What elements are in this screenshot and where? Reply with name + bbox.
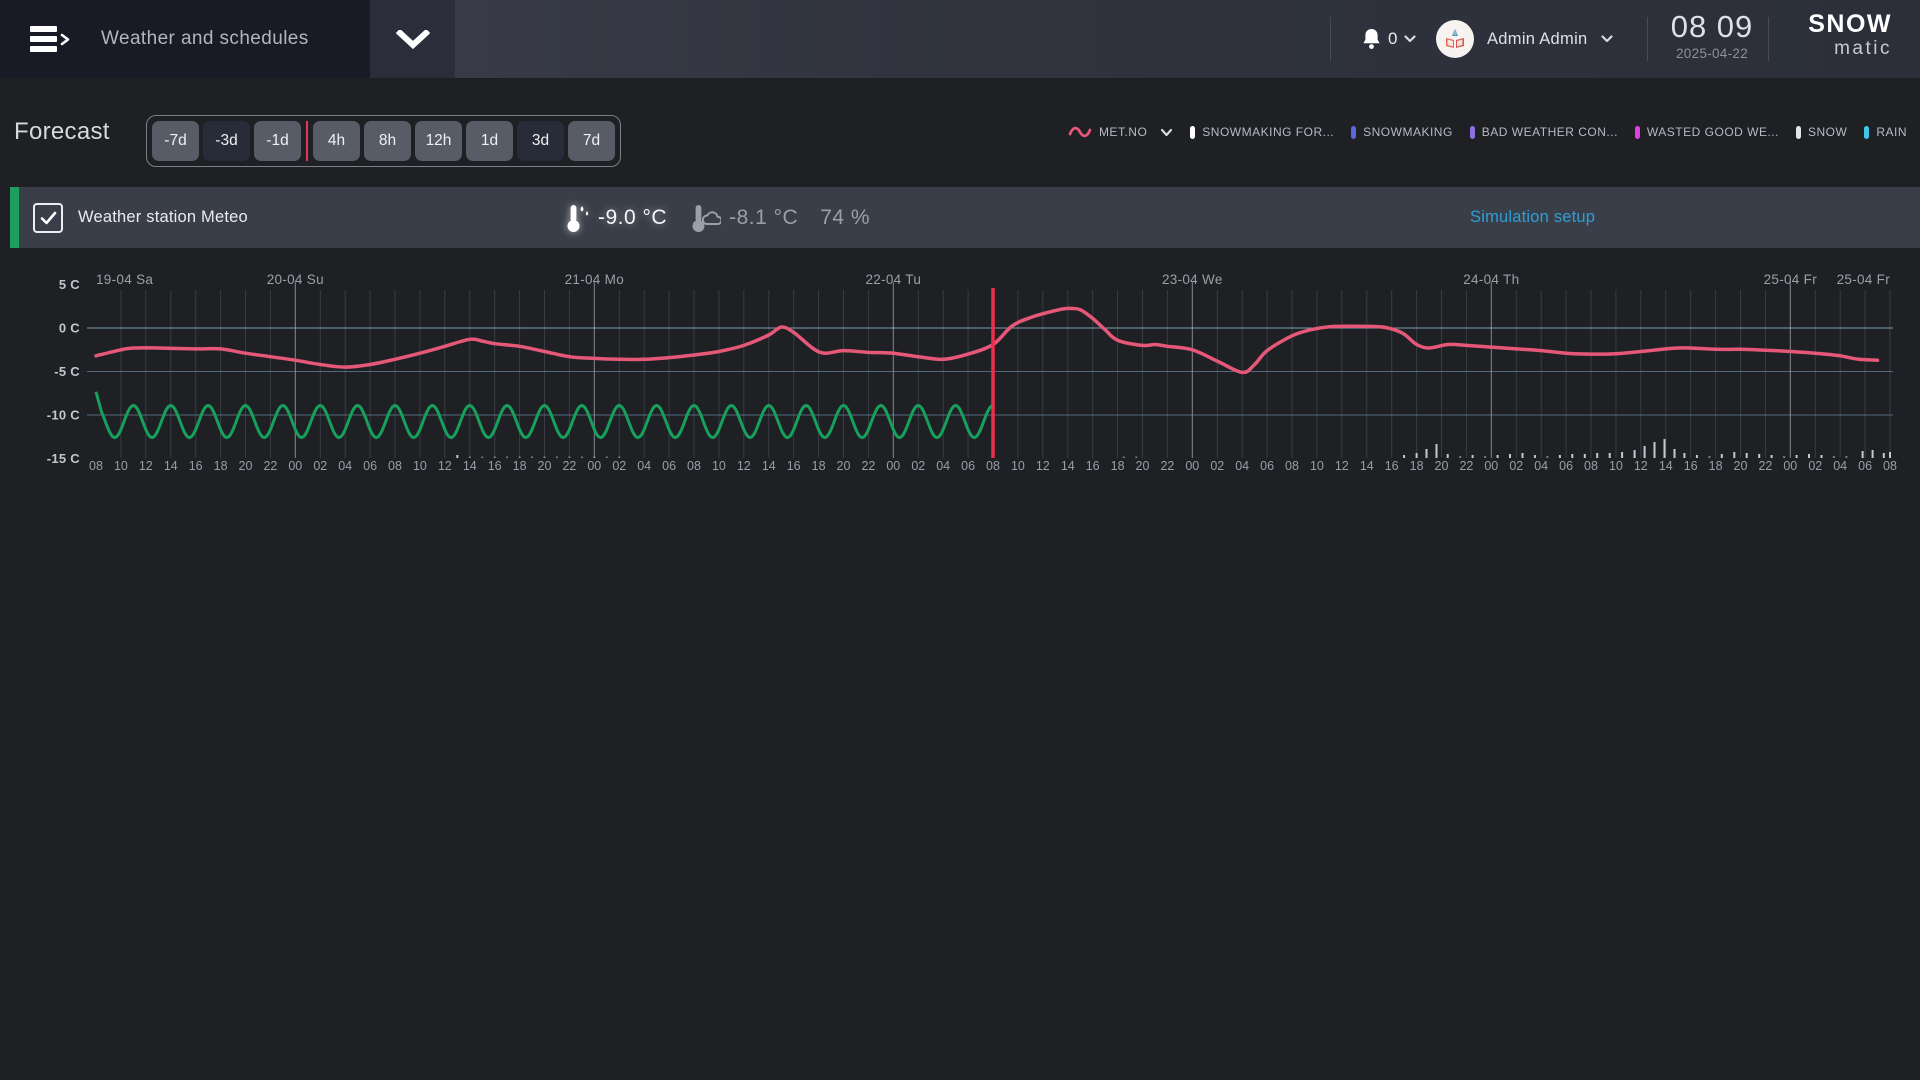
svg-text:22: 22	[1160, 459, 1174, 473]
svg-text:12: 12	[438, 459, 452, 473]
svg-text:06: 06	[1559, 459, 1573, 473]
svg-text:24-04 Th: 24-04 Th	[1463, 272, 1519, 287]
svg-text:16: 16	[189, 459, 203, 473]
svg-text:08: 08	[388, 459, 402, 473]
svg-text:06: 06	[662, 459, 676, 473]
svg-text:10: 10	[712, 459, 726, 473]
svg-text:10: 10	[1609, 459, 1623, 473]
svg-text:22: 22	[1459, 459, 1473, 473]
svg-text:16: 16	[1684, 459, 1698, 473]
svg-text:22: 22	[263, 459, 277, 473]
svg-text:04: 04	[338, 459, 352, 473]
svg-text:00: 00	[1185, 459, 1199, 473]
svg-text:16: 16	[1086, 459, 1100, 473]
svg-text:04: 04	[936, 459, 950, 473]
svg-text:08: 08	[1285, 459, 1299, 473]
svg-text:06: 06	[1260, 459, 1274, 473]
svg-text:12: 12	[139, 459, 153, 473]
svg-text:18: 18	[513, 459, 527, 473]
svg-text:08: 08	[89, 459, 103, 473]
svg-text:0 C: 0 C	[59, 321, 80, 336]
svg-text:16: 16	[787, 459, 801, 473]
svg-text:00: 00	[1484, 459, 1498, 473]
svg-text:25-04 Fr: 25-04 Fr	[1764, 272, 1818, 287]
svg-text:08: 08	[687, 459, 701, 473]
svg-text:14: 14	[1061, 459, 1075, 473]
svg-text:02: 02	[313, 459, 327, 473]
svg-text:08: 08	[1584, 459, 1598, 473]
svg-text:06: 06	[363, 459, 377, 473]
svg-text:14: 14	[762, 459, 776, 473]
svg-text:19-04 Sa: 19-04 Sa	[96, 272, 153, 287]
svg-text:16: 16	[1385, 459, 1399, 473]
svg-text:20: 20	[1435, 459, 1449, 473]
svg-text:08: 08	[986, 459, 1000, 473]
svg-text:20: 20	[1734, 459, 1748, 473]
svg-text:20: 20	[1136, 459, 1150, 473]
svg-text:20: 20	[538, 459, 552, 473]
svg-text:12: 12	[1335, 459, 1349, 473]
svg-text:10: 10	[1011, 459, 1025, 473]
svg-text:-10 C: -10 C	[47, 408, 81, 423]
svg-text:14: 14	[1360, 459, 1374, 473]
svg-text:10: 10	[1310, 459, 1324, 473]
svg-text:14: 14	[1659, 459, 1673, 473]
svg-text:14: 14	[164, 459, 178, 473]
svg-text:04: 04	[1833, 459, 1847, 473]
svg-text:00: 00	[587, 459, 601, 473]
svg-text:10: 10	[114, 459, 128, 473]
svg-text:-15 C: -15 C	[47, 451, 81, 466]
svg-text:12: 12	[1036, 459, 1050, 473]
svg-text:02: 02	[612, 459, 626, 473]
svg-text:04: 04	[1235, 459, 1249, 473]
svg-text:02: 02	[1808, 459, 1822, 473]
app-window: Weather and schedules 0	[0, 0, 1920, 1080]
svg-text:22-04 Tu: 22-04 Tu	[865, 272, 921, 287]
svg-text:02: 02	[1210, 459, 1224, 473]
svg-text:06: 06	[1858, 459, 1872, 473]
svg-text:18: 18	[1111, 459, 1125, 473]
svg-text:22: 22	[861, 459, 875, 473]
svg-text:14: 14	[463, 459, 477, 473]
forecast-chart-canvas: 5 C 0 C -5 C -10 C -15 C 08 10 12 14 16 18 20 22 00 02…	[0, 0, 1920, 1080]
svg-text:5 C: 5 C	[59, 277, 80, 292]
svg-text:20-04 Su: 20-04 Su	[267, 272, 324, 287]
svg-text:20: 20	[837, 459, 851, 473]
svg-text:18: 18	[812, 459, 826, 473]
svg-text:02: 02	[1509, 459, 1523, 473]
svg-text:00: 00	[886, 459, 900, 473]
svg-text:21-04 Mo: 21-04 Mo	[565, 272, 624, 287]
svg-text:04: 04	[1534, 459, 1548, 473]
svg-text:23-04 We: 23-04 We	[1162, 272, 1223, 287]
svg-text:18: 18	[214, 459, 228, 473]
svg-text:04: 04	[637, 459, 651, 473]
svg-text:-5 C: -5 C	[54, 364, 80, 379]
svg-text:18: 18	[1709, 459, 1723, 473]
svg-text:12: 12	[737, 459, 751, 473]
svg-text:22: 22	[562, 459, 576, 473]
svg-text:20: 20	[239, 459, 253, 473]
svg-text:10: 10	[413, 459, 427, 473]
svg-text:12: 12	[1634, 459, 1648, 473]
svg-text:02: 02	[911, 459, 925, 473]
svg-text:18: 18	[1410, 459, 1424, 473]
svg-text:00: 00	[288, 459, 302, 473]
svg-text:22: 22	[1758, 459, 1772, 473]
svg-text:00: 00	[1783, 459, 1797, 473]
svg-text:25-04 Fr: 25-04 Fr	[1837, 272, 1891, 287]
svg-text:06: 06	[961, 459, 975, 473]
svg-text:16: 16	[488, 459, 502, 473]
svg-text:08: 08	[1883, 459, 1897, 473]
